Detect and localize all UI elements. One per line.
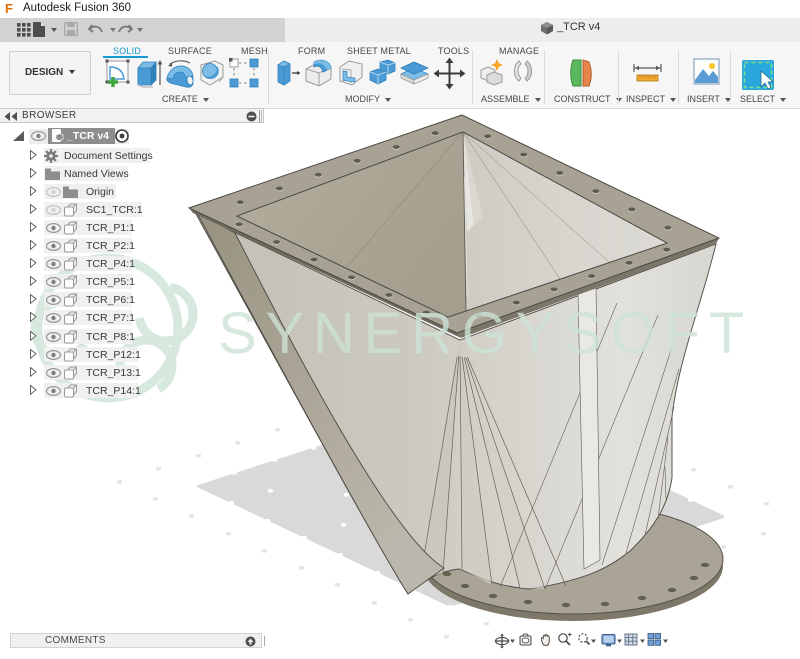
svg-text:SYNERGYSOFT: SYNERGYSOFT — [218, 301, 753, 366]
